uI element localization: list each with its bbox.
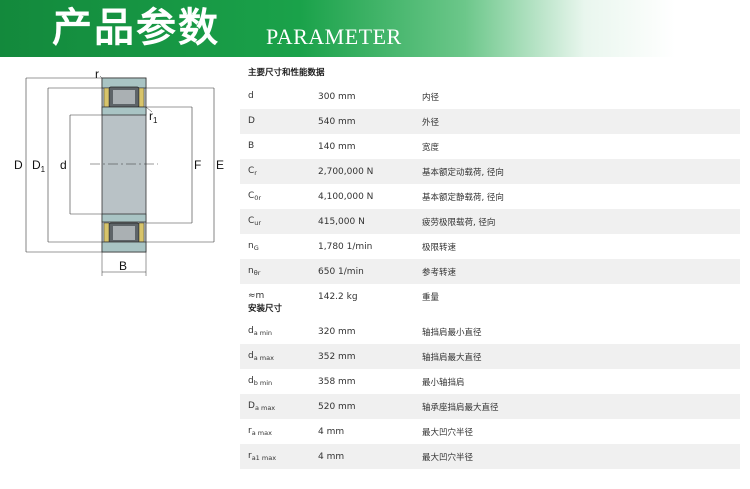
param-symbol: da min xyxy=(248,326,273,337)
param-value: 4 mm xyxy=(318,451,345,462)
param-value: 4,100,000 N xyxy=(318,191,374,202)
label-r: r xyxy=(95,67,99,81)
banner-title: 产品参数 xyxy=(52,5,220,51)
title-banner: 产品参数 PARAMETER xyxy=(0,0,750,57)
param-value: 415,000 N xyxy=(318,216,365,227)
table-row: Da max 520 mm 轴承座挡肩最大直径 xyxy=(240,394,740,419)
roller-top-highlight xyxy=(113,90,135,104)
table-row: Cr 2,700,000 N 基本额定动载荷, 径向 xyxy=(240,159,740,184)
param-description: 最大凹穴半径 xyxy=(422,427,474,438)
table-row: da max 352 mm 轴挡肩最大直径 xyxy=(240,344,740,369)
section-title: 安装尺寸 xyxy=(248,304,283,314)
label-D: D xyxy=(14,158,23,172)
param-value: 142.2 kg xyxy=(318,291,358,302)
table-row: nθr 650 1/min 参考转速 xyxy=(240,259,740,284)
param-value: 352 mm xyxy=(318,351,356,362)
param-description: 最小轴挡肩 xyxy=(422,377,465,388)
table-row: ra max 4 mm 最大凹穴半径 xyxy=(240,419,740,444)
label-F: F xyxy=(194,158,201,172)
label-r1: r1 xyxy=(149,109,158,125)
table-row: da min 320 mm 轴挡肩最小直径 xyxy=(240,319,740,344)
param-description: 宽度 xyxy=(422,142,440,153)
label-d: d xyxy=(60,158,67,172)
param-description: 外径 xyxy=(422,117,440,128)
param-value: 4 mm xyxy=(318,426,345,437)
param-symbol: Da max xyxy=(248,401,276,412)
param-symbol: db min xyxy=(248,376,273,387)
param-description: 极限转速 xyxy=(422,242,457,253)
param-value: 1,780 1/min xyxy=(318,241,373,252)
param-value: 358 mm xyxy=(318,376,356,387)
parameter-table: 主要尺寸和性能数据 d 300 mm 内径 D 540 mm 外径 B 140 mm 宽度 Cr 2… xyxy=(240,62,740,469)
param-symbol: ra max xyxy=(248,426,272,437)
param-symbol: ≈m xyxy=(248,291,265,301)
banner-subtitle: PARAMETER xyxy=(266,24,402,49)
param-value: 650 1/min xyxy=(318,266,364,277)
param-symbol: nG xyxy=(248,241,259,252)
param-symbol: Cr xyxy=(248,166,257,177)
outer-ring-bottom xyxy=(101,241,147,253)
param-description: 轴挡肩最小直径 xyxy=(422,327,482,338)
param-description: 轴承座挡肩最大直径 xyxy=(422,402,499,413)
param-symbol: da max xyxy=(248,351,274,362)
inner-ring-top xyxy=(101,106,147,116)
table-row: C0r 4,100,000 N 基本额定静载荷, 径向 xyxy=(240,184,740,209)
param-value: 140 mm xyxy=(318,141,356,152)
table-row: nG 1,780 1/min 极限转速 xyxy=(240,234,740,259)
label-B: B xyxy=(119,259,127,273)
param-value: 540 mm xyxy=(318,116,356,127)
param-symbol: ra1 max xyxy=(248,451,277,462)
section-title: 主要尺寸和性能数据 xyxy=(248,68,325,78)
param-symbol: nθr xyxy=(248,266,261,277)
label-D1: D1 xyxy=(32,158,46,174)
table-row: db min 358 mm 最小轴挡肩 xyxy=(240,369,740,394)
cage-bottom-right xyxy=(138,222,145,243)
param-value: 300 mm xyxy=(318,91,356,102)
table-row: B 140 mm 宽度 xyxy=(240,134,740,159)
roller-bottom-highlight xyxy=(113,226,135,240)
param-value: 520 mm xyxy=(318,401,356,412)
cage-bottom-left xyxy=(103,222,110,243)
table-row: ra1 max 4 mm 最大凹穴半径 xyxy=(240,444,740,469)
param-symbol: D xyxy=(248,116,255,126)
cage-top-left xyxy=(103,87,110,108)
param-description: 疲劳极限载荷, 径向 xyxy=(422,217,496,228)
param-description: 参考转速 xyxy=(422,267,457,278)
table-row: Cur 415,000 N 疲劳极限载荷, 径向 xyxy=(240,209,740,234)
param-description: 内径 xyxy=(422,92,440,103)
cage-top-right xyxy=(138,87,145,108)
param-description: 重量 xyxy=(422,292,440,303)
table-row: d 300 mm 内径 xyxy=(240,84,740,109)
label-E: E xyxy=(216,158,224,172)
outer-ring-top xyxy=(101,77,147,89)
param-value: 320 mm xyxy=(318,326,356,337)
param-description: 基本额定静载荷, 径向 xyxy=(422,192,504,203)
table-row: D 540 mm 外径 xyxy=(240,109,740,134)
param-symbol: Cur xyxy=(248,216,262,227)
param-value: 2,700,000 N xyxy=(318,166,374,177)
param-symbol: C0r xyxy=(248,191,262,202)
bearing-diagram: r r1 D D1 d F E B xyxy=(14,67,224,276)
inner-ring-bottom xyxy=(101,213,147,223)
param-description: 轴挡肩最大直径 xyxy=(422,352,482,363)
param-description: 基本额定动载荷, 径向 xyxy=(422,167,504,178)
param-symbol: d xyxy=(248,91,254,101)
param-description: 最大凹穴半径 xyxy=(422,452,474,463)
param-symbol: B xyxy=(248,141,255,151)
